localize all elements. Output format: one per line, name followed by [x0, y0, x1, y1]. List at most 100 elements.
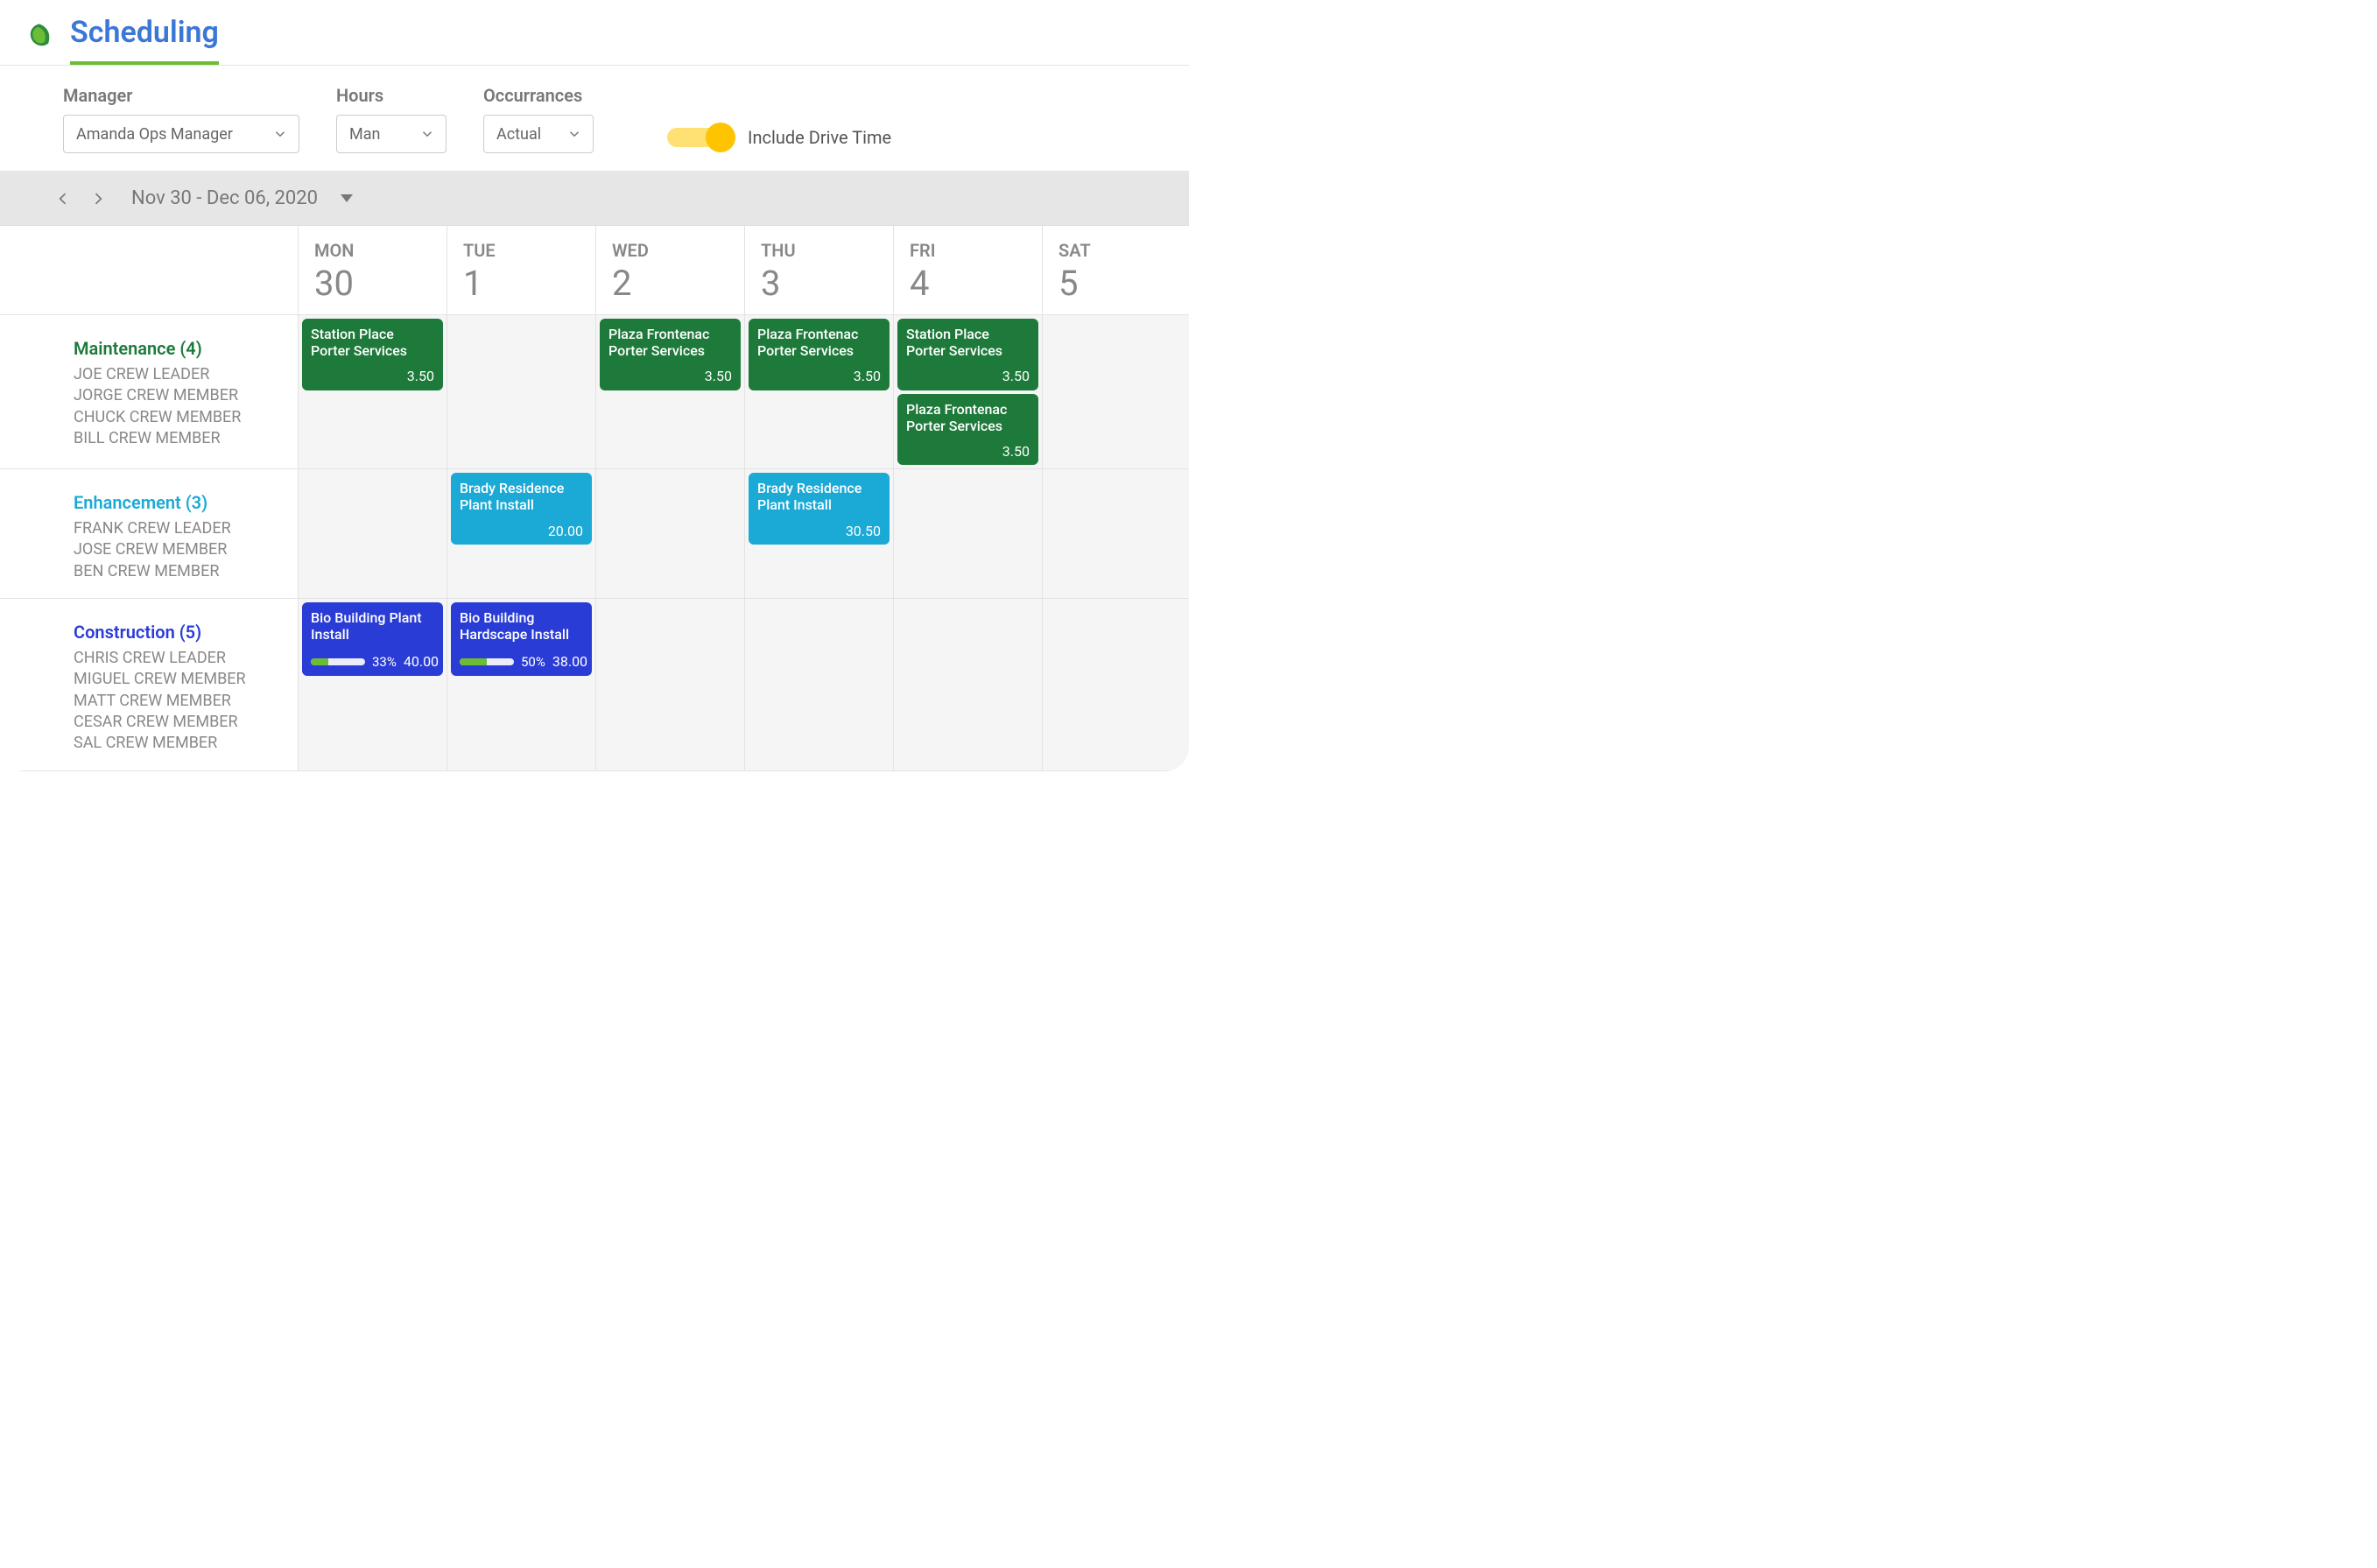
crew-member: JOE CREW LEADER: [74, 364, 289, 385]
event-title: Plaza Frontenac Porter Services: [757, 326, 881, 359]
crew-member: BEN CREW MEMBER: [74, 561, 289, 582]
cell-enhancement-sat: [1042, 469, 1189, 599]
day-head-sat: SAT 5: [1042, 226, 1189, 315]
event-title: Plaza Frontenac Porter Services: [608, 326, 732, 359]
event-hours: 3.50: [757, 368, 881, 384]
cell-construction-thu: [744, 599, 893, 770]
drive-time-toggle-wrap: Include Drive Time: [667, 127, 891, 153]
daynum: 2: [612, 263, 744, 304]
event-hours: 3.50: [906, 368, 1030, 384]
cell-construction-wed: [595, 599, 744, 770]
cell-enhancement-thu: Brady Residence Plant Install 30.50: [744, 469, 893, 599]
header: Scheduling: [0, 0, 1189, 66]
day-head-tue: TUE 1: [447, 226, 595, 315]
event-title: Station Place Porter Services: [311, 326, 434, 359]
cell-construction-tue: Bio Building Hardscape Install 50% 38.00: [447, 599, 595, 770]
date-range-label: Nov 30 - Dec 06, 2020: [131, 187, 318, 209]
page-title: Scheduling: [70, 18, 219, 47]
daynum: 5: [1058, 263, 1189, 304]
dow-label: TUE: [463, 240, 595, 261]
event-card[interactable]: Station Place Porter Services 3.50: [302, 319, 443, 390]
crew-title: Enhancement (3): [74, 492, 289, 513]
crew-member: FRANK CREW LEADER: [74, 518, 289, 539]
cell-enhancement-mon: [298, 469, 447, 599]
crew-member: JOSE CREW MEMBER: [74, 539, 289, 560]
leaf-logo-icon: [25, 21, 54, 51]
occurrances-select[interactable]: Actual: [483, 115, 594, 153]
dow-label: SAT: [1058, 240, 1189, 261]
drive-time-toggle[interactable]: [667, 128, 728, 147]
title-wrap: Scheduling: [70, 18, 219, 65]
crew-member: CHUCK CREW MEMBER: [74, 407, 289, 428]
progress-fill: [460, 658, 487, 665]
crew-label-maintenance: Maintenance (4) JOE CREW LEADER JORGE CR…: [0, 315, 298, 469]
event-card[interactable]: Brady Residence Plant Install 30.50: [749, 473, 890, 545]
prev-week-button[interactable]: [54, 190, 72, 207]
event-hours: 3.50: [906, 443, 1030, 460]
cell-construction-mon: Bio Building Plant Install 33% 40.00: [298, 599, 447, 770]
progress-pct: 33%: [372, 654, 397, 670]
occurrances-select-value: Actual: [496, 125, 541, 144]
cell-enhancement-wed: [595, 469, 744, 599]
event-card[interactable]: Bio Building Hardscape Install 50% 38.00: [451, 602, 592, 676]
daynum: 1: [463, 263, 595, 304]
cell-maintenance-sat: [1042, 315, 1189, 469]
cell-maintenance-wed: Plaza Frontenac Porter Services 3.50: [595, 315, 744, 469]
crew-member: MIGUEL CREW MEMBER: [74, 669, 289, 690]
hours-select-value: Man: [349, 125, 380, 144]
day-head-thu: THU 3: [744, 226, 893, 315]
manager-select-value: Amanda Ops Manager: [76, 125, 233, 144]
progress-fill: [311, 658, 328, 665]
event-progress-row: 33% 40.00: [311, 653, 434, 670]
filter-occurrances-label: Occurrances: [483, 85, 594, 106]
event-title: Station Place Porter Services: [906, 326, 1030, 359]
cell-maintenance-tue: [447, 315, 595, 469]
event-card[interactable]: Station Place Porter Services 3.50: [897, 319, 1038, 390]
hours-select[interactable]: Man: [336, 115, 447, 153]
filter-hours: Hours Man: [336, 85, 447, 153]
chevron-down-icon: [272, 126, 288, 142]
filters-row: Manager Amanda Ops Manager Hours Man Occ…: [0, 66, 1189, 172]
progress-bar: [460, 658, 514, 665]
date-nav-bar: Nov 30 - Dec 06, 2020: [0, 172, 1189, 226]
event-hours: 3.50: [311, 368, 434, 384]
next-week-button[interactable]: [89, 190, 107, 207]
event-hours: 40.00: [404, 653, 439, 670]
day-head-wed: WED 2: [595, 226, 744, 315]
cell-maintenance-thu: Plaza Frontenac Porter Services 3.50: [744, 315, 893, 469]
event-progress-row: 50% 38.00: [460, 653, 583, 670]
day-head-fri: FRI 4: [893, 226, 1042, 315]
event-card[interactable]: Plaza Frontenac Porter Services 3.50: [749, 319, 890, 390]
chevron-down-icon: [419, 126, 435, 142]
event-hours: 3.50: [608, 368, 732, 384]
crew-member: SAL CREW MEMBER: [74, 733, 289, 754]
crew-label-enhancement: Enhancement (3) FRANK CREW LEADER JOSE C…: [0, 469, 298, 599]
dow-label: MON: [314, 240, 447, 261]
crew-member: MATT CREW MEMBER: [74, 691, 289, 712]
day-head-blank: [0, 226, 298, 315]
day-head-mon: MON 30: [298, 226, 447, 315]
crew-title: Construction (5): [74, 622, 289, 643]
filter-manager-label: Manager: [63, 85, 299, 106]
event-card[interactable]: Bio Building Plant Install 33% 40.00: [302, 602, 443, 676]
progress-bar: [311, 658, 365, 665]
manager-select[interactable]: Amanda Ops Manager: [63, 115, 299, 153]
cell-construction-fri: [893, 599, 1042, 770]
cell-maintenance-fri: Station Place Porter Services 3.50 Plaza…: [893, 315, 1042, 469]
cell-enhancement-fri: [893, 469, 1042, 599]
calendar-grid: MON 30 TUE 1 WED 2 THU 3 FRI 4 SAT 5 Mai…: [0, 226, 1189, 771]
cell-construction-sat: [1042, 599, 1189, 770]
cell-enhancement-tue: Brady Residence Plant Install 20.00: [447, 469, 595, 599]
event-card[interactable]: Plaza Frontenac Porter Services 3.50: [897, 394, 1038, 466]
date-range-dropdown[interactable]: [341, 194, 353, 202]
event-title: Bio Building Hardscape Install: [460, 609, 583, 643]
event-card[interactable]: Brady Residence Plant Install 20.00: [451, 473, 592, 545]
filter-hours-label: Hours: [336, 85, 447, 106]
cell-maintenance-mon: Station Place Porter Services 3.50: [298, 315, 447, 469]
crew-member: JORGE CREW MEMBER: [74, 385, 289, 406]
event-hours: 20.00: [460, 523, 583, 539]
drive-time-toggle-label: Include Drive Time: [748, 127, 891, 148]
daynum: 3: [761, 263, 893, 304]
event-card[interactable]: Plaza Frontenac Porter Services 3.50: [600, 319, 741, 390]
title-underline: [70, 61, 219, 65]
